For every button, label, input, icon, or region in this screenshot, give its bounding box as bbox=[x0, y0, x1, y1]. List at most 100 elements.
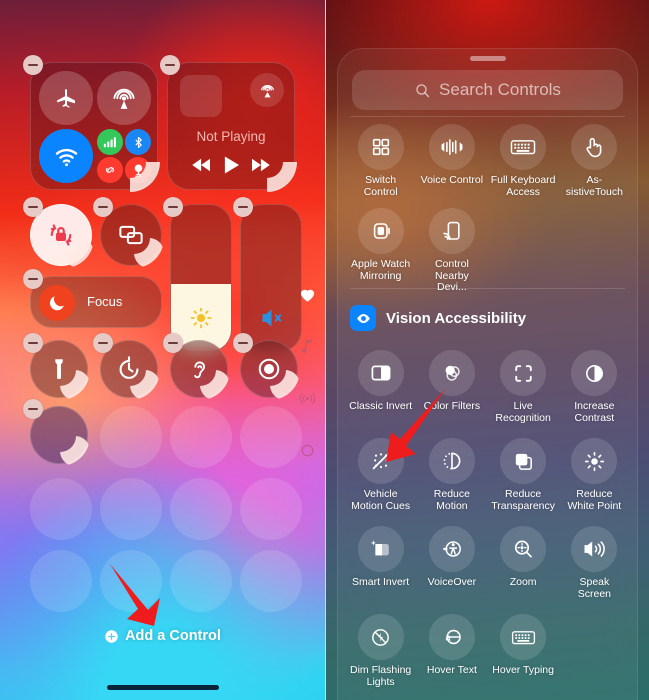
remove-badge[interactable] bbox=[163, 197, 183, 217]
vehicle-motion-cues-icon bbox=[372, 452, 389, 470]
control-reduce-white-point[interactable]: Reduce White Point bbox=[562, 438, 627, 512]
control-speak-screen[interactable]: Speak Screen bbox=[562, 526, 627, 600]
zoom-icon bbox=[515, 540, 532, 558]
switch-control-disc bbox=[357, 124, 404, 170]
personal-hotspot-icon bbox=[106, 166, 114, 174]
control-control-nearby-devices[interactable]: Control Nearby Devi... bbox=[419, 208, 484, 294]
control-apple-watch-mirroring[interactable]: Apple Watch Mirroring bbox=[348, 208, 413, 294]
airdrop-toggle[interactable] bbox=[97, 71, 151, 125]
remove-badge[interactable] bbox=[23, 333, 43, 353]
timer-control[interactable] bbox=[93, 333, 158, 398]
wifi-toggle[interactable] bbox=[39, 129, 93, 183]
add-a-control-button[interactable]: Add a Control bbox=[0, 628, 325, 644]
hearing-control[interactable] bbox=[163, 333, 228, 398]
focus-control[interactable]: Focus bbox=[23, 269, 162, 328]
control-label-line1: Reduce bbox=[433, 488, 470, 500]
control-voice-control[interactable]: Voice Control bbox=[419, 124, 484, 198]
control-color-filters[interactable]: Color Filters bbox=[419, 350, 484, 424]
remove-badge[interactable] bbox=[233, 333, 253, 353]
empty-slot-ghost[interactable] bbox=[170, 550, 232, 612]
empty-control-slot[interactable] bbox=[23, 399, 90, 466]
brightness-icon bbox=[190, 307, 212, 329]
control-classic-invert[interactable]: Classic Invert bbox=[348, 350, 413, 424]
empty-slot-ghost[interactable] bbox=[30, 550, 92, 612]
controls-gallery-panel: Search Controls Switch Control Voice Con… bbox=[325, 0, 649, 700]
control-zoom[interactable]: Zoom bbox=[491, 526, 556, 600]
control-dim-flashing-lights[interactable]: Dim Flashing Lights bbox=[348, 614, 413, 688]
control-hover-typing[interactable]: Hover Typing bbox=[491, 614, 556, 688]
remove-badge[interactable] bbox=[23, 197, 43, 217]
control-increase-contrast[interactable]: Increase Contrast bbox=[562, 350, 627, 424]
hearing-icon bbox=[193, 360, 205, 378]
media-playback-module[interactable]: Not Playing bbox=[160, 55, 295, 190]
control-hover-text[interactable]: a Hover Text bbox=[419, 614, 484, 688]
empty-slot-ghost[interactable] bbox=[30, 478, 92, 540]
circle-icon bbox=[301, 444, 313, 456]
control-label-line1: Smart Invert bbox=[352, 576, 410, 588]
control-label-line2: Motion Cues bbox=[351, 499, 411, 512]
control-assistivetouch[interactable]: As-sistiveTouch bbox=[562, 124, 627, 198]
play-button[interactable] bbox=[223, 155, 240, 175]
vision-accessibility-grid: Classic Invert Color Filters Live Recogn… bbox=[348, 350, 627, 688]
control-label-line1: Hover Text bbox=[426, 664, 477, 676]
connectivity-module[interactable] bbox=[23, 55, 158, 190]
reduce-transparency-icon bbox=[515, 453, 532, 470]
control-reduce-motion[interactable]: Reduce Motion bbox=[419, 438, 484, 512]
remove-badge[interactable] bbox=[160, 55, 180, 75]
flashlight-control[interactable] bbox=[23, 333, 88, 398]
control-vehicle-motion-cues[interactable]: Vehicle Motion Cues bbox=[348, 438, 413, 512]
search-controls-field[interactable]: Search Controls bbox=[352, 70, 623, 110]
rewind-button[interactable] bbox=[191, 157, 213, 173]
page-dot-more[interactable] bbox=[293, 424, 321, 476]
remove-badge[interactable] bbox=[93, 333, 113, 353]
bluetooth-toggle[interactable] bbox=[125, 129, 151, 155]
page-dot-favorites[interactable] bbox=[293, 268, 321, 320]
airplay-button[interactable] bbox=[250, 73, 284, 107]
increase-contrast-disc bbox=[571, 350, 618, 396]
control-label-line1: Voice Control bbox=[420, 174, 484, 186]
control-switch-control[interactable]: Switch Control bbox=[348, 124, 413, 198]
top-controls-grid: Switch Control Voice Control Full Keyboa… bbox=[348, 124, 627, 294]
resize-handle[interactable] bbox=[60, 436, 90, 466]
empty-slot-ghost[interactable] bbox=[100, 550, 162, 612]
vision-accessibility-header: Vision Accessibility bbox=[350, 305, 526, 331]
control-reduce-transparency[interactable]: Reduce Transparency bbox=[491, 438, 556, 512]
remove-badge[interactable] bbox=[23, 55, 43, 75]
airplane-mode-icon bbox=[57, 89, 75, 108]
remove-badge[interactable] bbox=[23, 269, 43, 289]
rotation-lock-control[interactable] bbox=[23, 197, 92, 266]
empty-slot-ghost[interactable] bbox=[240, 550, 302, 612]
empty-slot-ghost[interactable] bbox=[100, 478, 162, 540]
page-dot-connectivity[interactable] bbox=[293, 372, 321, 424]
sheet-grabber[interactable] bbox=[469, 56, 506, 61]
page-dot-media[interactable] bbox=[293, 320, 321, 372]
cellular-data-toggle[interactable] bbox=[97, 129, 123, 155]
remove-badge[interactable] bbox=[23, 399, 43, 419]
control-label-line1: VoiceOver bbox=[427, 576, 477, 588]
fast-forward-button[interactable] bbox=[249, 157, 271, 173]
empty-slot-ghost[interactable] bbox=[240, 478, 302, 540]
control-voiceover[interactable]: VoiceOver bbox=[419, 526, 484, 600]
keyboard-disc bbox=[500, 124, 547, 170]
control-label-line2: Recognition bbox=[495, 411, 551, 424]
brightness-slider[interactable] bbox=[170, 204, 232, 352]
screen-recording-control[interactable] bbox=[233, 333, 298, 398]
screen-mirroring-control[interactable] bbox=[93, 197, 162, 266]
control-label-line2: Access bbox=[506, 185, 541, 198]
music-note-icon bbox=[301, 339, 312, 353]
eye-icon bbox=[356, 313, 370, 323]
personal-hotspot-toggle[interactable] bbox=[97, 157, 123, 183]
empty-slot-ghost[interactable] bbox=[170, 478, 232, 540]
remove-badge[interactable] bbox=[233, 197, 253, 217]
empty-slot-ghost[interactable] bbox=[100, 406, 162, 468]
remove-badge[interactable] bbox=[163, 333, 183, 353]
control-label-line1: Zoom bbox=[509, 576, 537, 588]
control-live-recognition[interactable]: Live Recognition bbox=[491, 350, 556, 424]
airplane-mode-toggle[interactable] bbox=[39, 71, 93, 125]
control-full-keyboard-access[interactable]: Full Keyboard Access bbox=[491, 124, 556, 198]
remove-badge[interactable] bbox=[93, 197, 113, 217]
divider-top bbox=[350, 116, 625, 117]
control-smart-invert[interactable]: Smart Invert bbox=[348, 526, 413, 600]
control-label-line1: Color Filters bbox=[423, 400, 481, 412]
empty-slot-ghost[interactable] bbox=[170, 406, 232, 468]
